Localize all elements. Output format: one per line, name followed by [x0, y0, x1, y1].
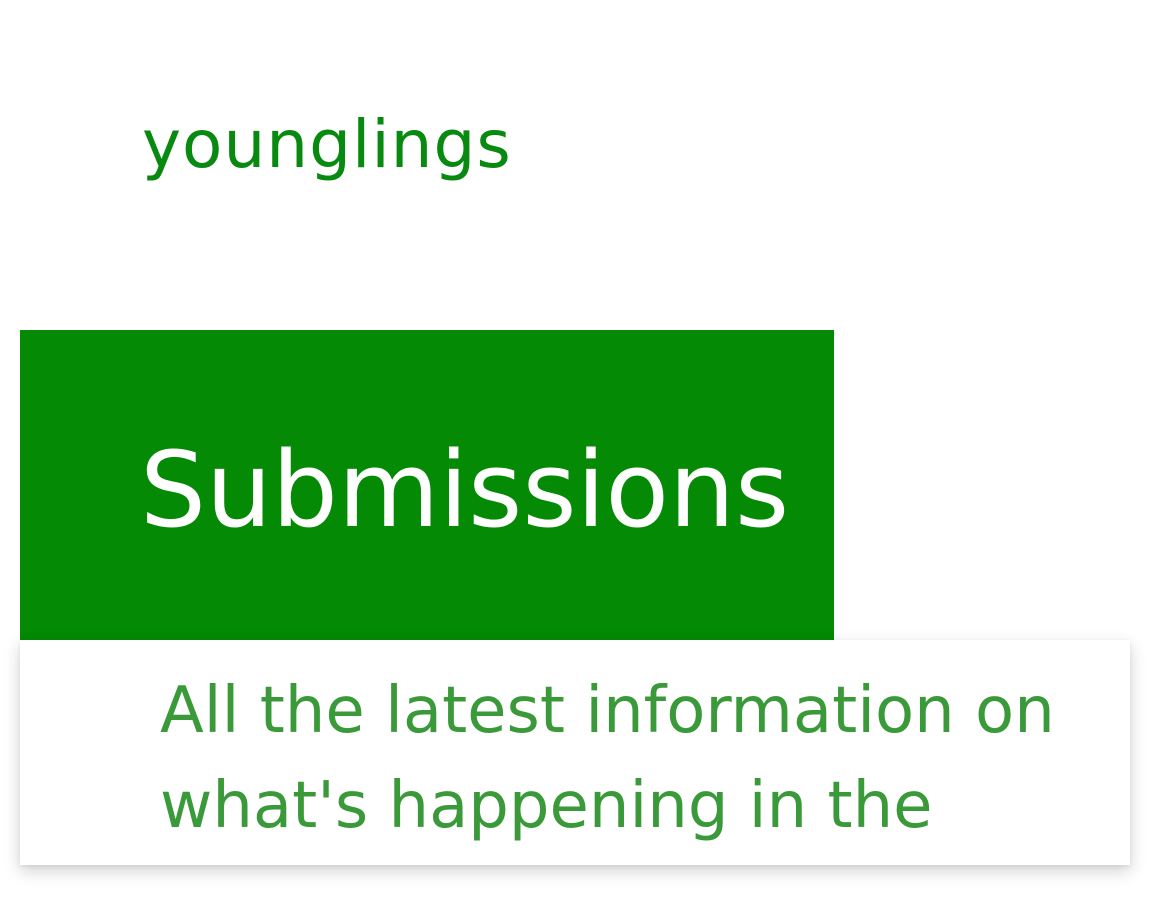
page-title: Submissions	[140, 429, 790, 551]
hero-banner: Submissions	[20, 330, 834, 640]
site-logo-link[interactable]: younglings	[142, 112, 512, 178]
description-card: All the latest information on what's hap…	[20, 640, 1130, 865]
description-text: All the latest information on what's hap…	[160, 674, 1055, 843]
